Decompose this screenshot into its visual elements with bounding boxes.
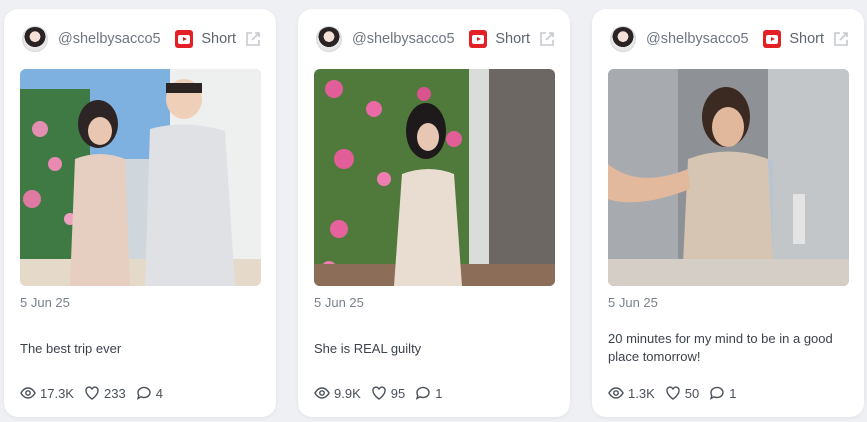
card-header: @shelbysacco5 Short bbox=[316, 25, 556, 53]
external-link-icon[interactable] bbox=[244, 30, 262, 48]
likes-count: 233 bbox=[103, 385, 126, 401]
post-date: 5 Jun 25 bbox=[20, 295, 70, 310]
views-count: 17.3K bbox=[40, 385, 74, 401]
post-date: 5 Jun 25 bbox=[314, 295, 364, 310]
likes-count: 95 bbox=[390, 385, 406, 401]
views-stat: 9.9K bbox=[314, 385, 361, 401]
heart-icon bbox=[372, 386, 386, 400]
views-count: 9.9K bbox=[334, 385, 361, 401]
avatar[interactable] bbox=[610, 26, 636, 52]
video-thumbnail[interactable] bbox=[314, 69, 555, 286]
heart-icon bbox=[666, 386, 680, 400]
comment-icon bbox=[416, 386, 430, 400]
external-link-icon[interactable] bbox=[538, 30, 556, 48]
external-link-icon[interactable] bbox=[832, 30, 850, 48]
avatar[interactable] bbox=[22, 26, 48, 52]
comments-count: 4 bbox=[155, 385, 163, 401]
views-stat: 17.3K bbox=[20, 385, 74, 401]
comment-icon bbox=[710, 386, 724, 400]
post-stats: 17.3K 233 4 bbox=[20, 385, 173, 401]
post-stats: 1.3K 50 1 bbox=[608, 385, 746, 401]
post-card[interactable]: @shelbysacco5 Short 5 Jun 25 20 minutes … bbox=[592, 9, 864, 417]
heart-icon bbox=[85, 386, 99, 400]
comments-count: 1 bbox=[435, 385, 443, 401]
avatar[interactable] bbox=[316, 26, 342, 52]
comments-stat: 4 bbox=[136, 385, 163, 401]
post-caption: She is REAL guilty bbox=[314, 341, 422, 356]
post-stats: 9.9K 95 1 bbox=[314, 385, 452, 401]
likes-stat: 233 bbox=[84, 385, 126, 401]
youtube-icon bbox=[175, 30, 194, 48]
card-header: @shelbysacco5 Short bbox=[610, 25, 850, 53]
eye-icon bbox=[608, 387, 624, 399]
youtube-icon bbox=[763, 30, 782, 48]
youtube-icon bbox=[469, 30, 488, 48]
likes-stat: 95 bbox=[371, 385, 405, 401]
author-handle[interactable]: @shelbysacco5 bbox=[352, 31, 455, 47]
post-type-label: Short bbox=[495, 31, 530, 47]
card-header: @shelbysacco5 Short bbox=[22, 25, 262, 53]
comments-stat: 1 bbox=[415, 385, 442, 401]
post-caption: The best trip ever bbox=[20, 341, 122, 356]
post-card[interactable]: @shelbysacco5 Short 5 Jun 25 She is REAL… bbox=[298, 9, 570, 417]
post-date: 5 Jun 25 bbox=[608, 295, 658, 310]
eye-icon bbox=[314, 387, 330, 399]
views-stat: 1.3K bbox=[608, 385, 655, 401]
video-thumbnail[interactable] bbox=[20, 69, 261, 286]
eye-icon bbox=[20, 387, 36, 399]
post-type-label: Short bbox=[201, 31, 236, 47]
post-caption: 20 minutes for my mind to be in a good p… bbox=[608, 331, 833, 364]
author-handle[interactable]: @shelbysacco5 bbox=[58, 31, 161, 47]
likes-stat: 50 bbox=[665, 385, 699, 401]
comments-count: 1 bbox=[729, 385, 737, 401]
video-thumbnail[interactable] bbox=[608, 69, 849, 286]
likes-count: 50 bbox=[684, 385, 700, 401]
post-type-label: Short bbox=[789, 31, 824, 47]
comments-stat: 1 bbox=[709, 385, 736, 401]
author-handle[interactable]: @shelbysacco5 bbox=[646, 31, 749, 47]
views-count: 1.3K bbox=[628, 385, 655, 401]
post-card[interactable]: @shelbysacco5 Short 5 Jun 25 The best tr… bbox=[4, 9, 276, 417]
comment-icon bbox=[136, 386, 151, 400]
